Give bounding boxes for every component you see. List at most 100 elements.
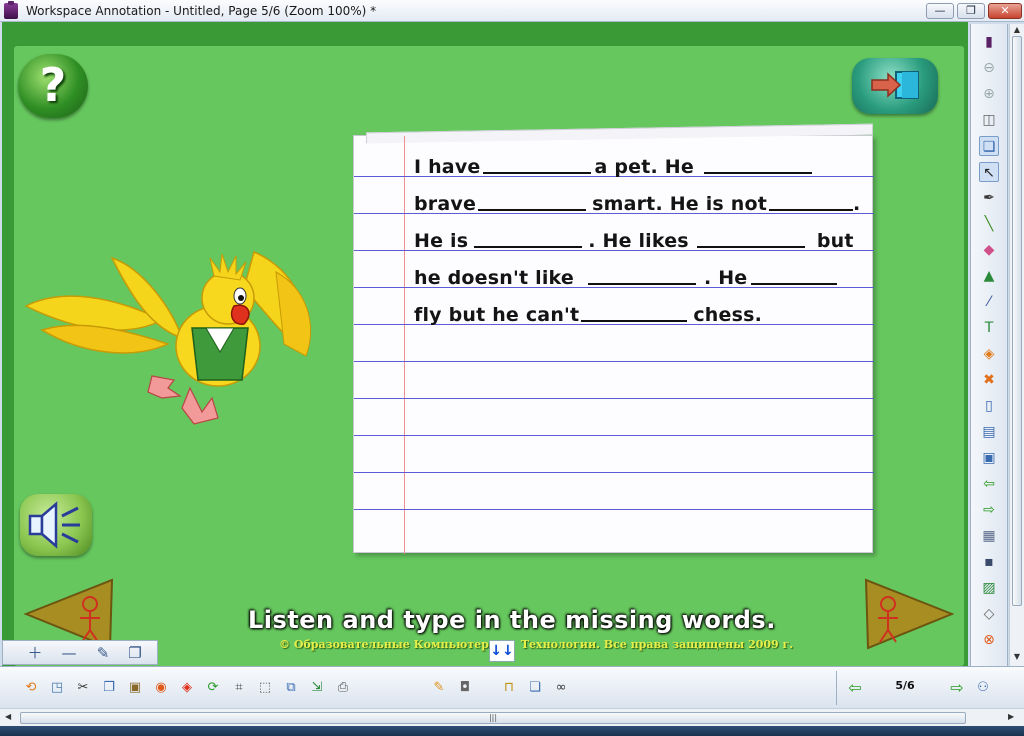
cut-icon[interactable]: ✂	[74, 679, 92, 697]
new-page-icon[interactable]: ▯	[979, 396, 999, 416]
exercise-line-5: fly but he can't chess.	[414, 304, 762, 326]
answer-blank[interactable]	[581, 320, 688, 322]
table-icon[interactable]: ▦	[979, 526, 999, 546]
horizontal-scroll-thumb[interactable]: |||	[20, 712, 966, 724]
mouse-icon[interactable]: ◫	[979, 110, 999, 130]
image-icon[interactable]: ▨	[979, 578, 999, 598]
answer-blank[interactable]	[587, 283, 696, 285]
copyright-right-text: Технологии. Все права защищены 2009 г.	[520, 638, 794, 651]
instruction-caption: Listen and type in the missing words.	[248, 606, 776, 634]
minus-icon[interactable]: —	[59, 643, 79, 663]
scroll-down-icon[interactable]: ▼	[1010, 652, 1024, 661]
recent-icon[interactable]: ◳	[48, 679, 66, 697]
page-list-icon[interactable]: ▤	[979, 422, 999, 442]
next-slide-button[interactable]	[862, 578, 954, 650]
highlight-icon[interactable]: ✎	[430, 679, 448, 697]
edit-icon[interactable]: ✎	[93, 643, 113, 663]
notebook-rule	[354, 472, 874, 473]
screen-capture-icon[interactable]: ▣	[979, 448, 999, 468]
vertical-scroll-thumb[interactable]	[1012, 36, 1022, 606]
horizontal-scrollbar[interactable]: ◀ ||| ▶	[0, 708, 1024, 726]
copy-icon[interactable]: ❐	[100, 679, 118, 697]
notebook-rule	[354, 361, 874, 362]
close-button[interactable]: ✕	[988, 3, 1022, 19]
exercise-line-1: I have a pet. He	[414, 156, 812, 178]
link-icon[interactable]: ∞	[552, 679, 570, 697]
notebook-page: I have a pet. He brave smart. He is not . H…	[353, 127, 875, 559]
print-icon[interactable]: ⎙	[334, 679, 352, 697]
highlighter-icon[interactable]: ╲	[979, 214, 999, 234]
minimize-button[interactable]: —	[926, 3, 954, 19]
lock-icon[interactable]: ⊓	[500, 679, 518, 697]
right-toolbar: ▮ ⊖ ⊕ ◫ ❏ ↖ ✒ ╲ ◆ ▲ ⁄ T ◈ ✖ ▯ ▤ ▣ ⇦ ⇨ ▦ …	[970, 24, 1008, 666]
text-icon[interactable]: T	[979, 318, 999, 338]
toolbar-separator	[836, 671, 837, 705]
export-icon[interactable]: ⇲	[308, 679, 326, 697]
select-area-icon[interactable]: ⬚	[256, 679, 274, 697]
copyright-left-text: © Образовательные Компьютер	[279, 638, 489, 651]
camera-icon[interactable]: ◘	[456, 679, 474, 697]
exercise-text: . He likes	[588, 230, 689, 252]
exit-door-icon	[871, 71, 919, 99]
answer-blank[interactable]	[703, 172, 812, 174]
exercise-text: smart. He is not	[592, 193, 767, 215]
scroll-left-icon[interactable]: ◀	[5, 712, 11, 721]
vertical-scrollbar[interactable]: ▲ ▼	[1009, 24, 1024, 666]
bottom-toolbar: ⟲ ◳ ✂ ❐ ▣ ◉ ◈ ⟳ ⌗ ⬚ ⧉ ⇲ ⎙ ✎ ◘ ⊓ ❏ ∞ ⇦ 5/…	[0, 666, 1024, 708]
scroll-up-icon[interactable]: ▲	[1010, 25, 1024, 34]
add-icon[interactable]: ＋	[25, 643, 45, 663]
answer-blank[interactable]	[769, 209, 853, 211]
group-icon[interactable]: ⧉	[282, 679, 300, 697]
select-arrow-icon[interactable]: ↖	[979, 162, 999, 182]
exercise-line-2: brave smart. He is not.	[414, 193, 860, 215]
zoom-out-icon[interactable]: ⊖	[979, 58, 999, 78]
answer-blank[interactable]	[482, 172, 591, 174]
window-icon[interactable]: ❐	[125, 643, 145, 663]
eraser-icon[interactable]: ◆	[979, 240, 999, 260]
restore-button[interactable]: ❐	[957, 3, 985, 19]
notebook-rule	[354, 509, 874, 510]
users-icon[interactable]: ⚇	[974, 679, 992, 697]
redo-icon[interactable]: ◈	[178, 679, 196, 697]
back-arrow-icon[interactable]: ⇦	[979, 474, 999, 494]
sound-button[interactable]	[20, 494, 92, 556]
undo-icon[interactable]: ◉	[152, 679, 170, 697]
prev-page-icon[interactable]: ⇦	[846, 679, 864, 697]
application-window: Workspace Annotation - Untitled, Page 5/…	[0, 0, 1024, 736]
answer-blank[interactable]	[478, 209, 587, 211]
scroll-right-icon[interactable]: ▶	[1008, 712, 1014, 721]
stop-icon[interactable]: ▮	[979, 32, 999, 52]
delete-icon[interactable]: ✖	[979, 370, 999, 390]
clone-icon[interactable]: ❏	[526, 679, 544, 697]
paste-icon[interactable]: ▣	[126, 679, 144, 697]
exercise-line-3: He is . He likes but	[414, 230, 854, 252]
answer-blank[interactable]	[474, 246, 583, 248]
exercise-text: but	[816, 230, 854, 252]
answer-blank[interactable]	[696, 246, 805, 248]
title-bar: Workspace Annotation - Untitled, Page 5/…	[0, 0, 1024, 22]
scroll-down-marker[interactable]: ↓↓	[489, 640, 515, 662]
refresh-icon[interactable]: ⟳	[204, 679, 222, 697]
shapes-icon[interactable]: ▲	[979, 266, 999, 286]
exercise-text: .	[853, 193, 861, 215]
clear-icon[interactable]: ◇	[979, 604, 999, 624]
question-mark-icon: ?	[39, 58, 67, 112]
answer-blank[interactable]	[751, 283, 838, 285]
exercise-text: brave	[414, 193, 477, 215]
exercise-text: chess.	[693, 304, 763, 326]
line-icon[interactable]: ⁄	[979, 292, 999, 312]
exit-icon[interactable]: ⊗	[979, 630, 999, 650]
save-icon[interactable]: ▪	[979, 552, 999, 572]
fill-icon[interactable]: ◈	[979, 344, 999, 364]
crop-icon[interactable]: ⌗	[230, 679, 248, 697]
exit-lesson-button[interactable]	[852, 58, 938, 114]
exercise-text: . He	[703, 267, 748, 289]
forward-arrow-icon[interactable]: ⇨	[979, 500, 999, 520]
open-icon[interactable]: ⟲	[22, 679, 40, 697]
help-button[interactable]: ?	[18, 54, 88, 118]
taskbar	[0, 726, 1024, 736]
next-page-icon[interactable]: ⇨	[948, 679, 966, 697]
pen-icon[interactable]: ✒	[979, 188, 999, 208]
zoom-in-icon[interactable]: ⊕	[979, 84, 999, 104]
copy-page-icon[interactable]: ❏	[979, 136, 999, 156]
